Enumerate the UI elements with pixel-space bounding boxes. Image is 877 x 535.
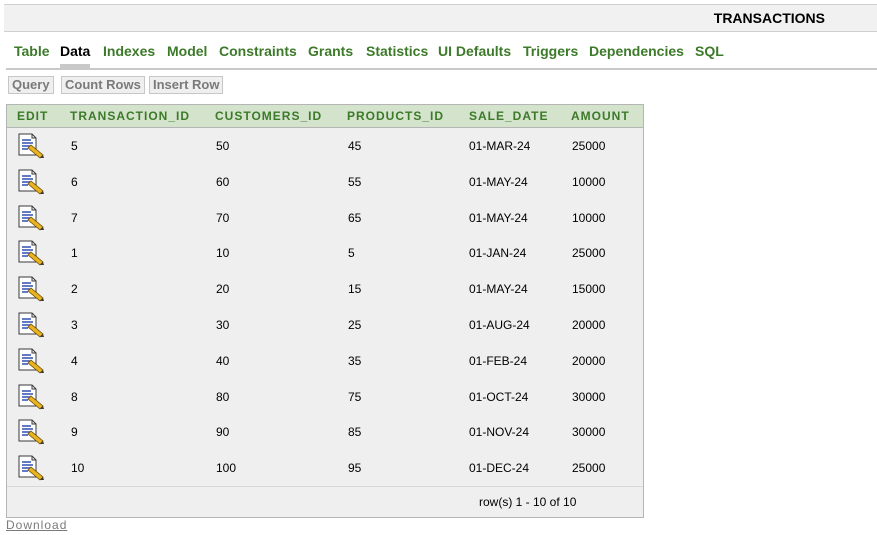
cell-amount: 10000 [572, 174, 606, 189]
edit-icon[interactable] [17, 455, 45, 481]
edit-icon[interactable] [17, 133, 45, 159]
cell-customers-id: 10 [216, 246, 230, 261]
download-link[interactable]: Download [6, 518, 67, 532]
cell-sale-date: 01-MAY-24 [469, 282, 528, 297]
cell-sale-date: 01-OCT-24 [469, 389, 529, 404]
tab-triggers[interactable]: Triggers [523, 43, 578, 59]
cell-amount: 30000 [572, 425, 606, 440]
cell-amount: 30000 [572, 389, 606, 404]
table-row: 5 50 45 01-MAR-24 25000 [7, 128, 643, 165]
cell-amount: 25000 [572, 461, 606, 476]
cell-transaction-id: 5 [71, 139, 78, 153]
column-header-transaction-id[interactable]: TRANSACTION_ID [70, 109, 190, 123]
column-header-edit[interactable]: EDIT [17, 109, 48, 123]
tab-sql[interactable]: SQL [695, 43, 724, 59]
table-row: 2 20 15 01-MAY-24 15000 [7, 271, 643, 309]
cell-customers-id: 20 [216, 282, 230, 297]
tab-indexes[interactable]: Indexes [103, 43, 155, 59]
edit-icon[interactable] [17, 312, 45, 338]
cell-customers-id: 90 [216, 425, 230, 440]
cell-products-id: 85 [348, 425, 362, 440]
cell-transaction-id: 3 [71, 318, 78, 332]
column-header-customers-id[interactable]: CUSTOMERS_ID [215, 109, 322, 123]
cell-sale-date: 01-MAY-24 [469, 210, 528, 225]
cell-customers-id: 40 [216, 353, 230, 368]
insert-row-button[interactable]: Insert Row [149, 76, 224, 94]
cell-amount: 25000 [572, 246, 606, 261]
cell-products-id: 5 [348, 246, 355, 261]
tab-statistics[interactable]: Statistics [366, 43, 428, 59]
cell-transaction-id: 10 [71, 461, 85, 476]
cell-customers-id: 30 [216, 318, 230, 332]
cell-customers-id: 80 [216, 389, 230, 404]
table-row: 1 10 5 01-JAN-24 25000 [7, 235, 643, 273]
cell-amount: 20000 [572, 353, 606, 368]
cell-transaction-id: 7 [71, 210, 78, 225]
tab-data[interactable]: Data [60, 43, 91, 68]
query-button[interactable]: Query [8, 76, 54, 94]
cell-transaction-id: 4 [71, 353, 78, 368]
edit-icon[interactable] [17, 169, 45, 195]
cell-products-id: 95 [348, 461, 362, 476]
cell-customers-id: 50 [216, 139, 230, 153]
cell-customers-id: 100 [216, 461, 237, 476]
tab-constraints[interactable]: Constraints [219, 43, 297, 59]
grid-header: EDIT TRANSACTION_ID CUSTOMERS_ID PRODUCT… [7, 105, 643, 128]
cell-products-id: 45 [348, 139, 362, 153]
tab-ui-defaults[interactable]: UI Defaults [438, 43, 511, 59]
table-row: 8 80 75 01-OCT-24 30000 [7, 378, 643, 416]
cell-sale-date: 01-AUG-24 [469, 318, 530, 332]
table-row: 10 100 95 01-DEC-24 25000 [7, 450, 643, 488]
cell-products-id: 75 [348, 389, 362, 404]
edit-icon[interactable] [17, 240, 45, 266]
table-row: 6 60 55 01-MAY-24 10000 [7, 163, 643, 201]
cell-transaction-id: 2 [71, 282, 78, 297]
cell-amount: 10000 [572, 210, 606, 225]
table-row: 9 90 85 01-NOV-24 30000 [7, 414, 643, 452]
tab-table[interactable]: Table [14, 43, 50, 59]
cell-sale-date: 01-FEB-24 [469, 353, 528, 368]
column-header-products-id[interactable]: PRODUCTS_ID [347, 109, 444, 123]
cell-sale-date: 01-JAN-24 [469, 246, 527, 261]
cell-transaction-id: 6 [71, 174, 78, 189]
cell-transaction-id: 9 [71, 425, 78, 440]
page-title: TRANSACTIONS [713, 10, 825, 26]
edit-icon[interactable] [17, 419, 45, 445]
grid-footer: row(s) 1 - 10 of 10 [7, 486, 643, 517]
cell-customers-id: 70 [216, 210, 230, 225]
row-count-text: row(s) 1 - 10 of 10 [479, 495, 577, 509]
tab-model[interactable]: Model [167, 43, 207, 59]
edit-icon[interactable] [17, 384, 45, 410]
cell-amount: 25000 [572, 139, 606, 153]
table-row: 4 40 35 01-FEB-24 20000 [7, 342, 643, 380]
tab-grants[interactable]: Grants [308, 43, 353, 59]
cell-products-id: 25 [348, 318, 362, 332]
cell-customers-id: 60 [216, 174, 230, 189]
cell-sale-date: 01-NOV-24 [469, 425, 530, 440]
cell-sale-date: 01-DEC-24 [469, 461, 530, 476]
column-header-sale-date[interactable]: SALE_DATE [469, 109, 548, 123]
cell-products-id: 15 [348, 282, 362, 297]
table-row: 3 30 25 01-AUG-24 20000 [7, 307, 643, 344]
count-rows-button[interactable]: Count Rows [61, 76, 145, 94]
cell-amount: 20000 [572, 318, 606, 332]
cell-products-id: 55 [348, 174, 362, 189]
data-grid: EDIT TRANSACTION_ID CUSTOMERS_ID PRODUCT… [6, 104, 644, 518]
cell-transaction-id: 1 [71, 246, 78, 261]
cell-sale-date: 01-MAY-24 [469, 174, 528, 189]
cell-transaction-id: 8 [71, 389, 78, 404]
title-bar: TRANSACTIONS [4, 4, 877, 32]
column-header-amount[interactable]: AMOUNT [571, 109, 630, 123]
edit-icon[interactable] [17, 348, 45, 374]
tab-dependencies[interactable]: Dependencies [589, 43, 684, 59]
edit-icon[interactable] [17, 205, 45, 231]
tab-bar: Table Data Indexes Model Constraints Gra… [6, 40, 877, 70]
cell-products-id: 65 [348, 210, 362, 225]
table-row: 7 70 65 01-MAY-24 10000 [7, 199, 643, 237]
cell-amount: 15000 [572, 282, 606, 297]
edit-icon[interactable] [17, 276, 45, 302]
cell-sale-date: 01-MAR-24 [469, 139, 531, 153]
cell-products-id: 35 [348, 353, 362, 368]
